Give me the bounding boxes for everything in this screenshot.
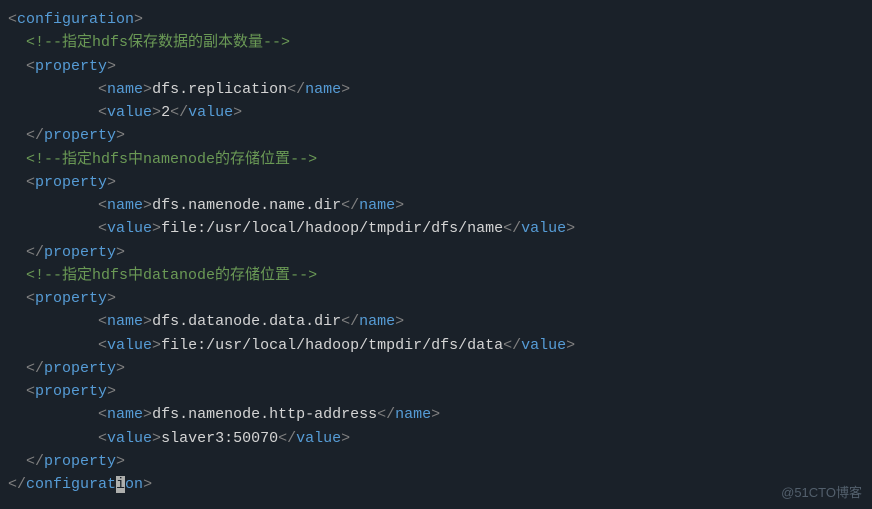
code-line: <property> [8,171,864,194]
code-line: <name>dfs.replication</name> [8,78,864,101]
code-line: <value>2</value> [8,101,864,124]
code-line: <value>file:/usr/local/hadoop/tmpdir/dfs… [8,217,864,240]
code-line: <value>slaver3:50070</value> [8,427,864,450]
code-line: </property> [8,450,864,473]
code-line: <name>dfs.namenode.http-address</name> [8,403,864,426]
code-line: <configuration> [8,8,864,31]
code-line: <value>file:/usr/local/hadoop/tmpdir/dfs… [8,334,864,357]
code-block: <configuration> <!--指定hdfs保存数据的副本数量--> <… [8,8,864,496]
code-line: <!--指定hdfs中datanode的存储位置--> [8,264,864,287]
code-line: <property> [8,55,864,78]
code-line: <!--指定hdfs保存数据的副本数量--> [8,31,864,54]
code-line: </property> [8,357,864,380]
code-line: </property> [8,124,864,147]
code-line: <name>dfs.datanode.data.dir</name> [8,310,864,333]
code-line: <property> [8,380,864,403]
text-cursor: i [116,476,125,493]
code-line: </property> [8,241,864,264]
code-line: </configuration> [8,473,864,496]
code-line: <!--指定hdfs中namenode的存储位置--> [8,148,864,171]
watermark: @51CTO博客 [781,483,862,503]
code-line: <name>dfs.namenode.name.dir</name> [8,194,864,217]
code-line: <property> [8,287,864,310]
